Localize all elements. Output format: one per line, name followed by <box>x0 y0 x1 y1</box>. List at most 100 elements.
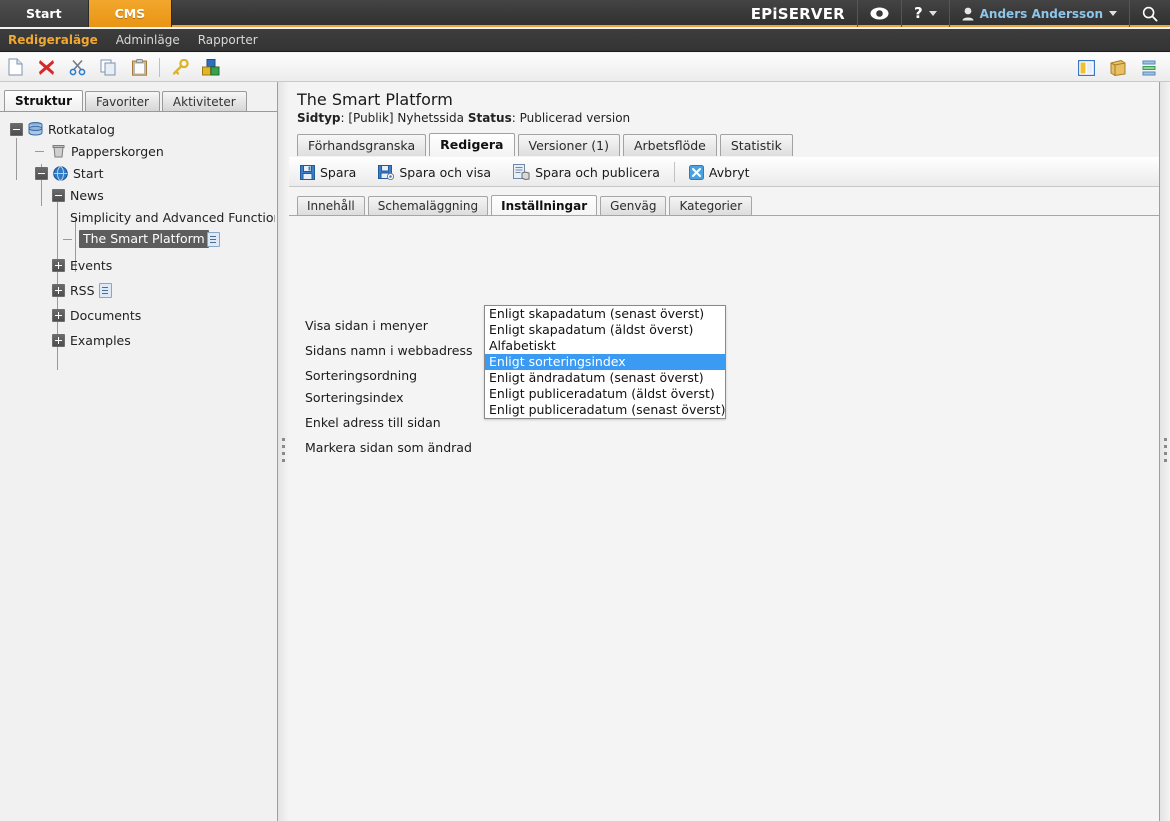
tree-toggle-plus-icon[interactable] <box>52 283 65 297</box>
tree-node-simplicity-and-advanced-functions[interactable]: Simplicity and Advanced Functions <box>0 206 275 228</box>
field-label-sorteringsordning: Sorteringsordning <box>305 368 418 383</box>
tab-aktiviteter-label: Aktiviteter <box>172 95 236 109</box>
cancel-button-label: Avbryt <box>708 164 750 180</box>
mode-item-reports-label: Rapporter <box>197 33 258 47</box>
global-tab-list: Start CMS <box>0 0 173 27</box>
toolbar-divider <box>159 57 160 77</box>
save-and-publish-button[interactable]: Spara och publicera <box>502 157 671 187</box>
tab-struktur[interactable]: Struktur <box>4 90 84 112</box>
global-tab-cms[interactable]: CMS <box>88 0 173 27</box>
dropdown-option-0[interactable]: Enligt skapadatum (senast överst) <box>485 306 725 322</box>
key-icon[interactable] <box>164 53 195 82</box>
subtab-schemalaggning[interactable]: Schemaläggning <box>367 196 489 216</box>
tree-label-papperskorgen: Papperskorgen <box>71 143 164 159</box>
page-meta-type-label: Sidtyp <box>297 111 341 125</box>
tree-toggle-plus-icon[interactable] <box>52 258 65 272</box>
dropdown-option-4-label: Enligt ändradatum (senast överst) <box>489 370 704 385</box>
tree-toggle-minus-icon[interactable] <box>10 122 23 136</box>
tree-node-rotkatalog[interactable]: Rotkatalog <box>0 118 275 140</box>
subtab-innehall[interactable]: Innehåll <box>297 196 365 216</box>
tab-redigera[interactable]: Redigera <box>429 133 515 156</box>
view-mode-button[interactable] <box>856 0 901 27</box>
dropdown-option-1-label: Enligt skapadatum (äldst överst) <box>489 322 694 337</box>
tree-node-examples[interactable]: Examples <box>0 329 275 351</box>
tree-label-simplicity-and-advanced-functions: Simplicity and Advanced Functions <box>70 209 275 225</box>
toolbar-right-icons <box>1071 53 1164 82</box>
dropdown-option-2-label: Alfabetiskt <box>489 338 556 353</box>
page-meta-status-label: Status <box>467 111 512 125</box>
tree-toggle-plus-icon[interactable] <box>52 308 65 322</box>
subtab-installningar[interactable]: Inställningar <box>491 195 598 216</box>
tree-node-papperskorgen[interactable]: Papperskorgen <box>0 140 275 162</box>
mode-item-edit-label: Redigeraläge <box>8 33 98 47</box>
tree-node-news[interactable]: News <box>0 184 275 206</box>
colon-2: : <box>511 111 520 125</box>
tab-arbetsflode[interactable]: Arbetsflöde <box>622 134 717 156</box>
tree-connector <box>35 150 44 152</box>
save-and-publish-button-label: Spara och publicera <box>535 164 660 180</box>
chevron-down-icon <box>928 11 937 16</box>
cancel-button[interactable]: Avbryt <box>678 157 761 187</box>
right-splitter[interactable] <box>1159 82 1170 821</box>
tab-versioner[interactable]: Versioner (1) <box>517 134 620 156</box>
language-blocks-icon[interactable] <box>195 53 226 82</box>
tree-label-start: Start <box>73 165 104 181</box>
tree-toggle-minus-icon[interactable] <box>35 166 48 180</box>
dropdown-option-2[interactable]: Alfabetiskt <box>485 338 725 354</box>
sort-list-icon[interactable] <box>1133 53 1164 82</box>
save-and-publish-icon <box>513 164 530 180</box>
dropdown-option-0-label: Enligt skapadatum (senast överst) <box>489 306 705 321</box>
settings-tab-list: Innehåll Schemaläggning Inställningar Ge… <box>297 194 755 216</box>
subtab-kategorier[interactable]: Kategorier <box>669 196 753 216</box>
subtab-innehall-label: Innehåll <box>307 199 355 213</box>
copy-icon[interactable] <box>93 53 124 82</box>
tree-label-examples: Examples <box>70 332 131 348</box>
content-panel: The Smart Platform Sidtyp: [Publik] Nyhe… <box>289 82 1159 821</box>
tab-forhandsgranska[interactable]: Förhandsgranska <box>297 134 427 156</box>
tree-node-documents[interactable]: Documents <box>0 304 275 326</box>
tree-toggle-minus-icon[interactable] <box>52 188 65 202</box>
tree-toggle-plus-icon[interactable] <box>52 333 65 347</box>
dropdown-option-6[interactable]: Enligt publiceradatum (senast överst) <box>485 402 725 418</box>
tree-node-start[interactable]: Start <box>0 162 275 184</box>
user-avatar-icon <box>962 7 974 21</box>
dropdown-option-4[interactable]: Enligt ändradatum (senast överst) <box>485 370 725 386</box>
tree-node-events[interactable]: Events <box>0 254 275 276</box>
tree-label-documents: Documents <box>70 307 142 323</box>
new-page-icon[interactable] <box>0 53 31 82</box>
dropdown-option-1[interactable]: Enligt skapadatum (äldst överst) <box>485 322 725 338</box>
save-and-view-button[interactable]: Spara och visa <box>367 157 502 187</box>
subtab-genvag[interactable]: Genväg <box>600 196 667 216</box>
tab-struktur-label: Struktur <box>15 94 73 108</box>
episerver-logo: EPiSERVER <box>739 0 857 27</box>
package-icon[interactable] <box>1102 53 1133 82</box>
paste-icon[interactable] <box>124 53 155 82</box>
page-meta-status-value: Publicerad version <box>519 111 631 125</box>
mode-item-edit[interactable]: Redigeraläge <box>0 33 108 47</box>
global-tab-start[interactable]: Start <box>0 0 89 27</box>
tree-connector <box>63 238 72 240</box>
delete-icon[interactable] <box>31 53 62 82</box>
global-search-button[interactable] <box>1129 0 1170 27</box>
page-icon <box>206 231 220 247</box>
page-tab-list: Förhandsgranska Redigera Versioner (1) A… <box>297 133 1159 156</box>
dropdown-option-3[interactable]: Enligt sorteringsindex <box>485 354 725 370</box>
cut-icon[interactable] <box>62 53 93 82</box>
tree-node-rss[interactable]: RSS <box>0 279 275 301</box>
save-button[interactable]: Spara <box>289 157 367 187</box>
user-menu-button[interactable]: Anders Andersson <box>948 0 1129 27</box>
tab-aktiviteter[interactable]: Aktiviteter <box>161 91 247 112</box>
tab-statistik[interactable]: Statistik <box>719 134 793 156</box>
tree-node-the-smart-platform[interactable]: The Smart Platform <box>0 228 275 250</box>
tab-statistik-label: Statistik <box>730 138 782 153</box>
mode-item-admin[interactable]: Adminläge <box>108 33 190 47</box>
episerver-logo-text: EPiSERVER <box>750 4 845 23</box>
dropdown-option-5[interactable]: Enligt publiceradatum (äldst överst) <box>485 386 725 402</box>
help-menu-button[interactable]: ? <box>900 0 949 27</box>
tab-favoriter[interactable]: Favoriter <box>85 91 160 112</box>
panel-layout-icon[interactable] <box>1071 53 1102 82</box>
page-meta-type-value: [Publik] Nyhetssida <box>348 111 464 125</box>
mode-item-reports[interactable]: Rapporter <box>190 33 268 47</box>
save-and-view-button-label: Spara och visa <box>399 164 492 180</box>
sort-order-dropdown-list[interactable]: Enligt skapadatum (senast överst) Enligt… <box>484 305 726 419</box>
